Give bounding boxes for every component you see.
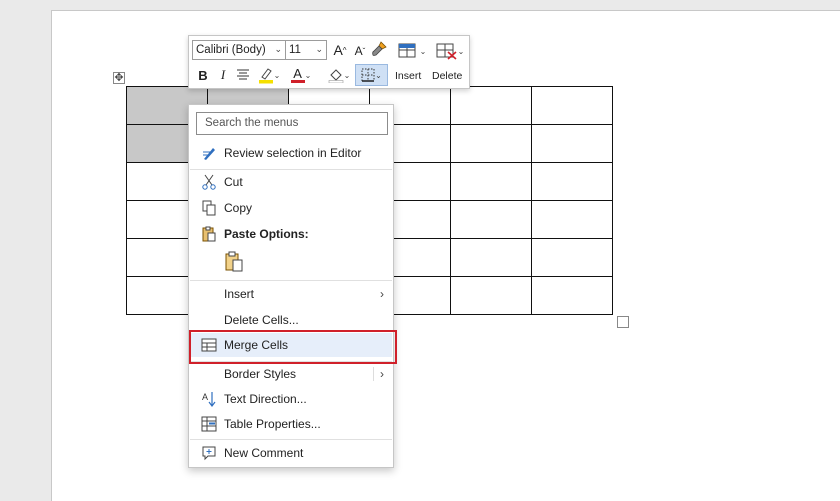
delete-label: Delete [432,70,463,82]
scissors-icon [200,173,218,191]
mini-toolbar: Calibri (Body) ⌄ 11 ⌄ A ^ Aˇ ⌄ Insert ⌄ … [188,35,470,89]
table-cell[interactable] [450,86,532,125]
menu-item-label: Text Direction... [224,392,307,406]
grow-font-button[interactable]: A ^ [331,41,349,59]
menu-item-text-direction[interactable]: A Text Direction... [190,387,392,411]
grow-font-icon: A [333,42,343,58]
menu-item-label: Table Properties... [224,417,321,431]
paste-icon [200,225,218,243]
menu-item-border-styles[interactable]: Border Styles › [190,362,392,386]
menu-item-label: Insert [224,287,255,301]
menu-item-label: Copy [224,201,253,215]
table-cell[interactable] [531,276,613,315]
font-name-value: Calibri (Body) [196,44,266,56]
insert-label: Insert [395,70,422,82]
menu-item-copy[interactable]: Copy [190,196,392,220]
menu-item-label: Cut [224,175,243,189]
merge-cells-highlight-annotation [189,330,397,364]
highlight-color-button[interactable]: ⌄ [255,65,283,85]
table-resize-handle[interactable] [617,316,629,328]
chevron-right-icon: › [373,367,384,381]
center-align-icon [237,69,249,80]
menu-item-cut[interactable]: Cut [190,170,392,194]
table-cell[interactable] [531,162,613,201]
menu-item-insert[interactable]: Insert › [190,282,392,306]
insert-table-icon [398,43,416,58]
bold-icon: B [198,67,208,83]
chevron-down-icon: ⌄ [274,44,282,54]
delete-table-icon [436,43,457,60]
menu-separator [190,439,392,440]
menu-item-label: Border Styles [224,367,297,381]
table-cell[interactable] [531,238,613,277]
context-menu: Search the menus Review selection in Edi… [188,104,394,468]
highlighter-icon [258,68,273,84]
menu-item-label: New Comment [224,446,304,460]
menu-item-label: Delete Cells... [224,313,299,327]
menu-item-delete-cells[interactable]: Delete Cells... [190,308,392,332]
borders-button[interactable]: ⌄ [355,64,388,86]
format-painter-button[interactable] [370,40,388,58]
paintbrush-icon [372,41,387,56]
menu-search-input[interactable]: Search the menus [196,112,388,135]
editor-pen-icon [200,144,218,162]
table-cell[interactable] [450,200,532,239]
font-size-dropdown[interactable]: 11 ⌄ [285,40,327,60]
menu-item-review-editor[interactable]: Review selection in Editor [190,141,392,165]
paste-clipboard-icon [225,251,243,272]
copy-icon [200,199,218,217]
table-move-handle-icon[interactable]: ✥ [113,72,125,84]
shrink-font-button[interactable]: Aˇ [351,42,369,60]
font-size-value: 11 [289,44,301,56]
font-name-dropdown[interactable]: Calibri (Body) ⌄ [192,40,286,60]
paste-keep-formatting-button[interactable] [223,250,245,274]
comment-icon [200,444,218,462]
paint-bucket-icon [328,69,343,83]
insert-table-button[interactable]: ⌄ [397,40,427,62]
font-color-button[interactable]: A ⌄ [287,65,315,85]
table-cell[interactable] [531,124,613,163]
table-cell[interactable] [450,276,532,315]
table-cell[interactable] [450,238,532,277]
delete-table-button[interactable]: ⌄ [435,40,465,62]
menu-item-table-properties[interactable]: Table Properties... [190,412,392,436]
chevron-down-icon: ⌄ [419,46,427,56]
menu-item-label: Paste Options: [224,227,309,241]
text-direction-icon: A [200,390,218,408]
table-cell[interactable] [450,162,532,201]
italic-icon: I [220,67,226,82]
menu-item-paste-options: Paste Options: [190,222,392,246]
menu-item-new-comment[interactable]: New Comment [190,441,392,465]
chevron-down-icon: ⌄ [343,70,351,80]
center-align-button[interactable] [234,66,252,84]
chevron-down-icon: ⌄ [304,70,312,80]
chevron-down-icon: ⌄ [273,70,281,80]
table-cell[interactable] [531,86,613,125]
table-properties-icon [200,415,218,433]
svg-text:A: A [202,392,208,402]
bold-button[interactable]: B [195,66,211,84]
shrink-font-icon: A [354,44,363,58]
italic-button[interactable]: I [215,66,231,84]
table-cell[interactable] [450,124,532,163]
menu-separator [190,280,392,281]
menu-item-label: Review selection in Editor [224,146,362,160]
chevron-down-icon: ⌄ [457,46,465,56]
chevron-right-icon: › [380,287,384,301]
table-cell[interactable] [531,200,613,239]
shading-button[interactable]: ⌄ [325,65,353,85]
chevron-down-icon: ⌄ [375,70,382,80]
font-color-icon: A [293,66,302,81]
chevron-down-icon: ⌄ [315,44,323,54]
borders-icon [361,68,375,82]
